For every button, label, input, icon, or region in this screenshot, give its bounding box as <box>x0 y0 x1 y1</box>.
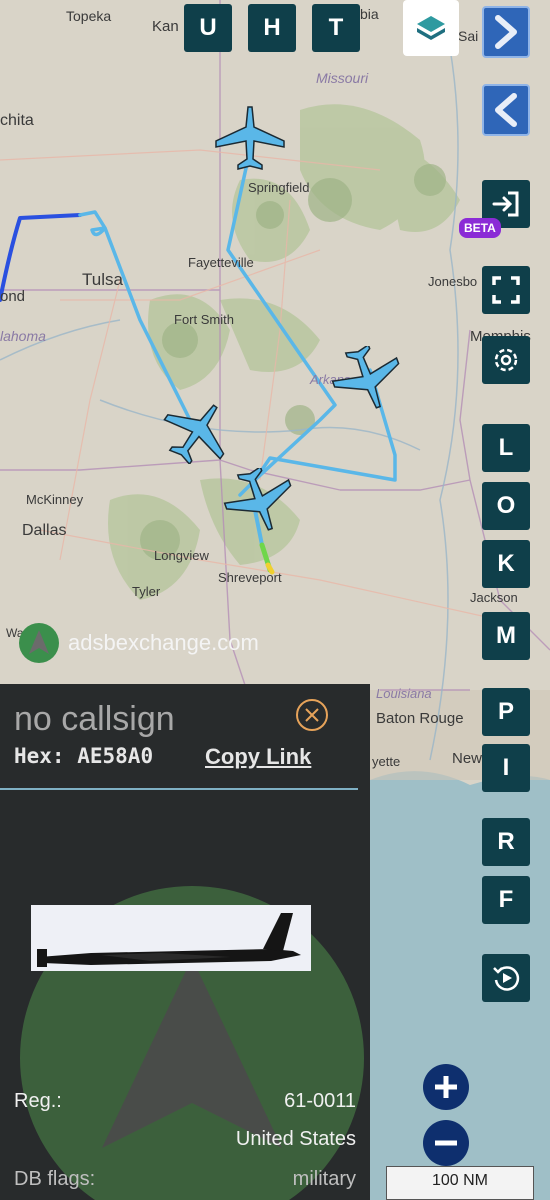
reg-label: Reg.: <box>14 1090 62 1112</box>
map-label-dallas: Dallas <box>22 522 67 539</box>
chevron-right-icon <box>495 15 517 49</box>
settings-button[interactable] <box>482 336 530 384</box>
divider <box>0 788 358 790</box>
p-button[interactable]: P <box>482 688 530 736</box>
adsbexchange-logo-icon <box>19 623 59 663</box>
aircraft-info-panel: no callsign Hex: AE58A0 Copy Link Reg.: … <box>0 684 370 1200</box>
map-label-mckinney: McKinney <box>26 492 84 507</box>
gear-icon <box>494 348 518 372</box>
map-label-louisiana: Louisiana <box>376 686 432 701</box>
r-button[interactable]: R <box>482 818 530 866</box>
replay-button[interactable] <box>482 954 530 1002</box>
map-label-jonesboro: Jonesbo <box>428 274 478 289</box>
map-label-tyler: Tyler <box>132 584 161 599</box>
aircraft-marker[interactable] <box>160 398 236 464</box>
aircraft-marker[interactable] <box>212 104 288 170</box>
callsign: no callsign <box>14 700 175 738</box>
map-label-missouri: Missouri <box>316 70 369 86</box>
map-label-oklahoma: lahoma <box>0 328 46 344</box>
map-label-tulsa: Tulsa <box>82 270 123 289</box>
beta-badge: BETA <box>459 218 501 238</box>
fullscreen-icon <box>492 276 520 304</box>
attribution[interactable]: adsbexchange.com <box>18 622 259 664</box>
h-button[interactable]: H <box>248 4 296 52</box>
reg-value: 61-0011 <box>284 1090 356 1112</box>
map-label-shreveport: Shreveport <box>218 570 282 585</box>
map-label-new-orleans: New <box>452 750 483 767</box>
hex-label: Hex: <box>14 744 65 768</box>
map-label-fort-smith: Fort Smith <box>174 312 234 327</box>
l-button[interactable]: L <box>482 424 530 472</box>
aircraft-marker[interactable] <box>330 346 406 412</box>
layers-icon <box>417 16 445 40</box>
f-button[interactable]: F <box>482 876 530 924</box>
zoom-in-button[interactable] <box>423 1064 469 1110</box>
attribution-text: adsbexchange.com <box>68 630 259 655</box>
map-label-springfield: Springfield <box>248 180 310 195</box>
plus-icon <box>435 1076 457 1098</box>
zoom-out-button[interactable] <box>423 1120 469 1166</box>
aircraft-photo[interactable] <box>31 905 311 971</box>
copy-link[interactable]: Copy Link <box>205 744 311 770</box>
scale-text: 100 NM <box>431 1172 489 1189</box>
u-button[interactable]: U <box>184 4 232 52</box>
aircraft-marker-selected[interactable] <box>222 468 298 534</box>
map-label-oklahoma-city: ond <box>0 288 26 305</box>
map-label-columbia: bia <box>360 6 379 22</box>
m-button[interactable]: M <box>482 612 530 660</box>
forward-button[interactable] <box>482 6 530 58</box>
map-label-fayetteville: Fayetteville <box>188 255 254 270</box>
close-button[interactable] <box>296 699 328 731</box>
chevron-left-icon <box>495 93 517 127</box>
map-label-lafayette: yette <box>372 754 401 769</box>
hex-label-row: Hex: AE58A0 <box>14 744 153 768</box>
minus-icon <box>435 1140 457 1146</box>
db-flags-label: DB flags: <box>14 1168 96 1190</box>
map-label-baton-rouge: Baton Rouge <box>376 710 464 727</box>
t-button[interactable]: T <box>312 4 360 52</box>
map-label-jackson: Jackson <box>470 590 518 605</box>
back-button[interactable] <box>482 84 530 136</box>
k-button[interactable]: K <box>482 540 530 588</box>
replay-icon <box>493 966 520 991</box>
map-label-st-louis: Sai <box>458 28 479 44</box>
sign-in-icon <box>492 191 519 217</box>
i-button[interactable]: I <box>482 744 530 792</box>
o-button[interactable]: O <box>482 482 530 530</box>
map-label-longview: Longview <box>154 548 209 563</box>
map-label-wichita: chita <box>0 112 34 129</box>
fullscreen-button[interactable] <box>482 266 530 314</box>
db-flags-value: military <box>292 1168 356 1190</box>
map-label-kansas-city: Kan <box>152 18 179 35</box>
layers-button[interactable] <box>403 0 459 56</box>
scale-bar: 100 NM <box>386 1166 534 1200</box>
close-icon <box>305 708 319 722</box>
country-value: United States <box>235 1128 356 1150</box>
hex-value: AE58A0 <box>77 744 154 768</box>
map-label-topeka: Topeka <box>66 8 112 24</box>
